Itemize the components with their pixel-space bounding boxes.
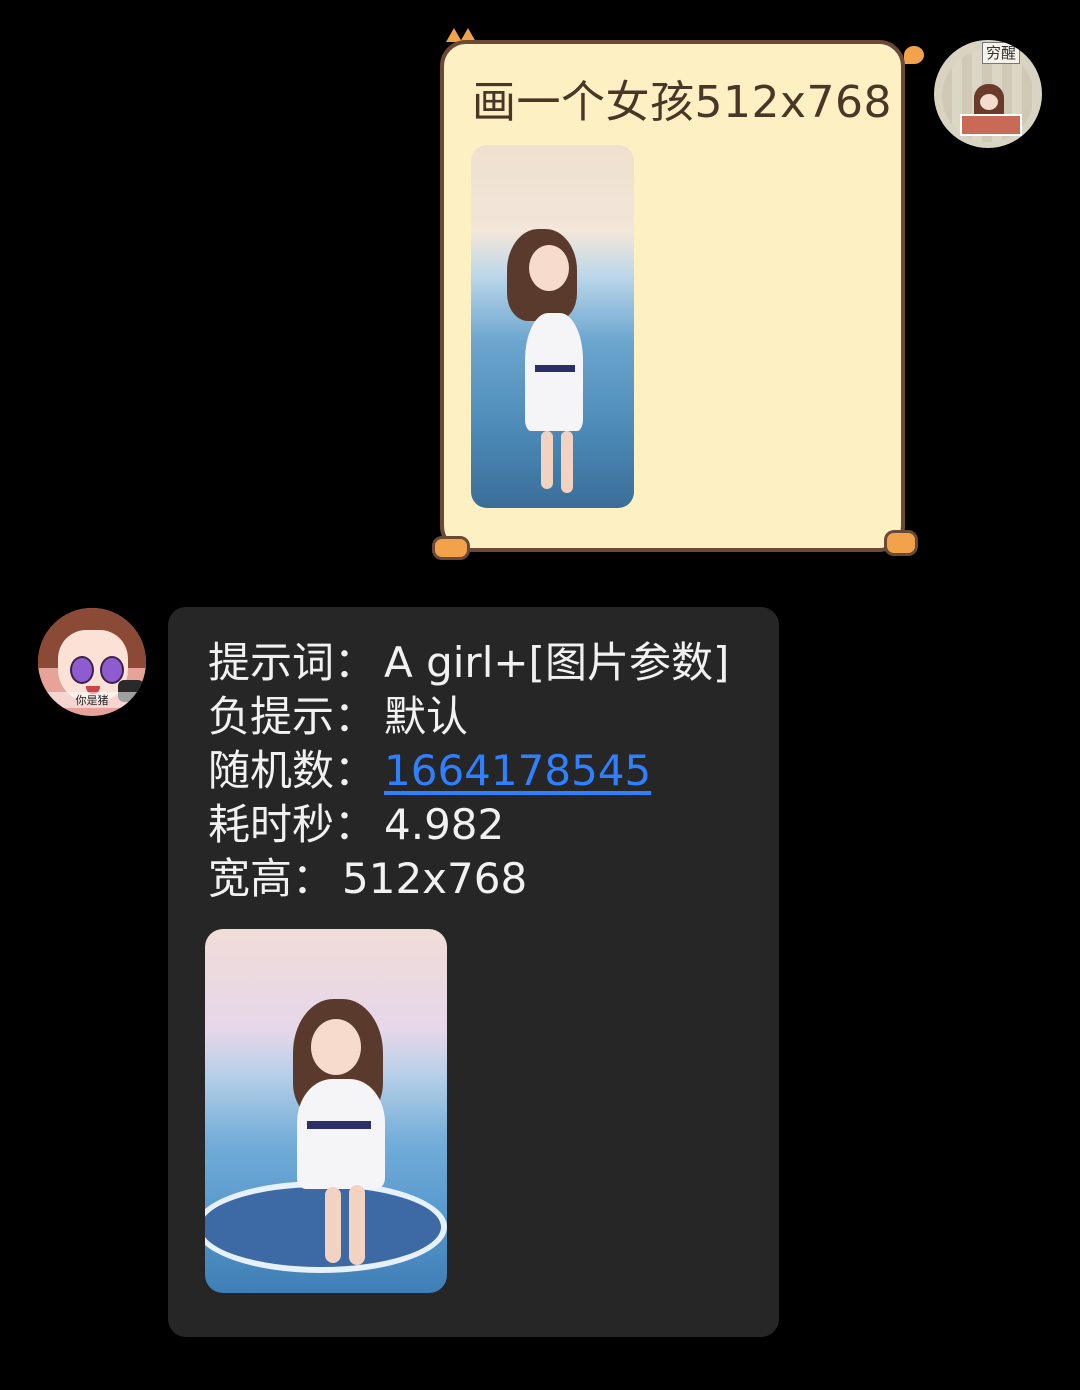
info-label: 提示词： <box>208 638 377 687</box>
user-message-image[interactable] <box>471 145 634 508</box>
cat-paw-left-decoration <box>432 536 470 560</box>
info-row-negative-prompt: 负提示： 默认 <box>208 690 468 744</box>
seed-link[interactable]: 1664178545 <box>384 746 651 795</box>
user-message-text[interactable]: 画一个女孩512x768 <box>472 66 892 130</box>
avatar-caption: 你是猪 <box>38 692 146 708</box>
avatar-bed-figure <box>960 114 1022 136</box>
info-label: 耗时秒： <box>208 800 377 849</box>
generated-girl-figure <box>205 929 447 1293</box>
avatar-eye-left <box>70 656 94 684</box>
avatar-label: 穷醒 <box>981 42 1020 64</box>
info-value: 默认 <box>384 692 469 741</box>
info-row-seed: 随机数： 1664178545 <box>208 744 651 798</box>
info-value: 4.982 <box>384 800 505 849</box>
cat-paw-right-decoration <box>884 530 918 556</box>
info-label: 随机数： <box>208 746 377 795</box>
info-value: A girl+[图片参数] <box>384 638 730 687</box>
info-label: 负提示： <box>208 692 377 741</box>
info-row-time: 耗时秒： 4.982 <box>208 798 504 852</box>
info-label: 宽高： <box>208 854 335 903</box>
user-avatar[interactable]: 穷醒 <box>934 40 1042 148</box>
bot-message-image[interactable] <box>205 929 447 1293</box>
generated-girl-figure <box>471 145 634 508</box>
bot-avatar[interactable]: 你是猪 <box>38 608 146 716</box>
info-row-prompt: 提示词： A girl+[图片参数] <box>208 636 729 690</box>
cat-tail-decoration <box>904 46 924 64</box>
info-value: 512x768 <box>342 854 528 903</box>
info-row-size: 宽高： 512x768 <box>208 852 527 906</box>
